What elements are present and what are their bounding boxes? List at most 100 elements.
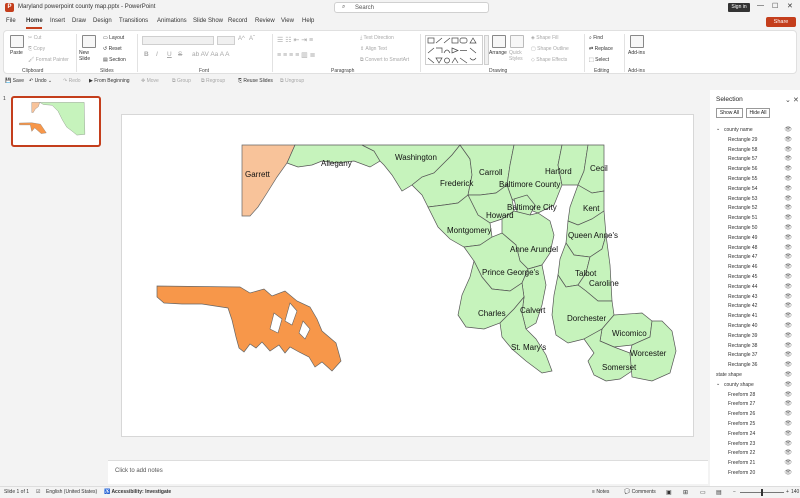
comments-toggle[interactable]: 💬 Comments: [624, 489, 656, 495]
selection-item[interactable]: Freeform 22 👁: [716, 448, 796, 458]
section-button[interactable]: ▤ Section: [103, 57, 126, 63]
label-dorchester[interactable]: Dorchester: [567, 314, 606, 323]
selection-item[interactable]: Rectangle 58 👁: [716, 145, 796, 155]
expand-chevron-icon[interactable]: ⌄: [716, 381, 720, 387]
selection-item[interactable]: Rectangle 36 👁: [716, 360, 796, 370]
language-status[interactable]: English (United States): [46, 489, 97, 495]
label-st-marys[interactable]: St. Mary's: [511, 343, 546, 352]
visibility-eye-icon[interactable]: 👁: [784, 342, 792, 349]
label-baltimore-county[interactable]: Baltimore County: [499, 180, 560, 189]
label-kent[interactable]: Kent: [583, 204, 600, 213]
visibility-eye-icon[interactable]: 👁: [784, 459, 792, 466]
share-button[interactable]: Share: [766, 17, 796, 27]
tab-view[interactable]: View: [281, 18, 294, 24]
selection-item[interactable]: Freeform 24 👁: [716, 429, 796, 439]
visibility-eye-icon[interactable]: 👁: [784, 430, 792, 437]
chevron-down-icon[interactable]: ⌄: [785, 96, 791, 104]
selection-item[interactable]: Rectangle 43 👁: [716, 292, 796, 302]
shape-effects-button[interactable]: ◇ Shape Effects: [531, 57, 567, 63]
notes-toggle[interactable]: ≡ Notes: [592, 489, 609, 495]
selection-item[interactable]: Freeform 21 👁: [716, 458, 796, 468]
font-effects-icons[interactable]: ab AV Aa A A: [192, 51, 229, 58]
label-frederick[interactable]: Frederick: [440, 179, 474, 188]
label-prince-georges[interactable]: Prince George's: [482, 268, 539, 277]
new-slide-icon[interactable]: [82, 35, 96, 48]
visibility-eye-icon[interactable]: 👁: [784, 302, 792, 309]
selection-item[interactable]: Rectangle 57 👁: [716, 154, 796, 164]
tab-record[interactable]: Record: [228, 18, 247, 24]
visibility-eye-icon[interactable]: 👁: [784, 312, 792, 319]
font-size-up-button[interactable]: A^: [238, 36, 245, 42]
underline-button[interactable]: U: [167, 51, 172, 58]
selection-item[interactable]: Freeform 20 👁: [716, 468, 796, 478]
font-size-down-button[interactable]: Aˇ: [249, 36, 255, 42]
redo-button[interactable]: ↷ Redo: [63, 78, 81, 84]
strikethrough-button[interactable]: S: [178, 51, 182, 58]
paste-button[interactable]: Paste: [10, 50, 23, 56]
visibility-eye-icon[interactable]: 👁: [784, 322, 792, 329]
label-allegany[interactable]: Allegany: [321, 159, 352, 168]
new-slide-button[interactable]: New Slide: [79, 50, 101, 62]
visibility-eye-icon[interactable]: 👁: [784, 244, 792, 251]
regroup-button[interactable]: ⧉ Regroup: [201, 78, 225, 84]
show-all-button[interactable]: Show All: [716, 108, 743, 118]
label-baltimore-city[interactable]: Baltimore City: [507, 203, 557, 212]
tab-transitions[interactable]: Transitions: [119, 18, 148, 24]
text-direction-button[interactable]: ⤓ Text Direction: [360, 35, 394, 41]
paste-icon[interactable]: [10, 35, 24, 48]
slide-thumbnail[interactable]: [11, 96, 101, 147]
selection-item[interactable]: Rectangle 47 👁: [716, 252, 796, 262]
selection-item[interactable]: Rectangle 56 👁: [716, 164, 796, 174]
ungroup-button[interactable]: ⧉ Ungroup: [280, 78, 304, 84]
label-cecil[interactable]: Cecil: [590, 164, 608, 173]
sign-in-button[interactable]: Sign in: [728, 3, 750, 12]
reset-button[interactable]: ↺ Reset: [103, 46, 122, 52]
visibility-eye-icon[interactable]: 👁: [784, 400, 792, 407]
selection-item[interactable]: Rectangle 44 👁: [716, 282, 796, 292]
label-montgomery[interactable]: Montgomery: [447, 226, 491, 235]
maximize-button[interactable]: ☐: [772, 2, 778, 10]
visibility-eye-icon[interactable]: 👁: [784, 420, 792, 427]
selection-item[interactable]: Rectangle 54 👁: [716, 184, 796, 194]
label-queen-annes[interactable]: Queen Anne's: [568, 231, 618, 240]
label-carroll[interactable]: Carroll: [479, 168, 503, 177]
spellcheck-icon[interactable]: ☑: [36, 489, 40, 495]
visibility-eye-icon[interactable]: 👁: [784, 155, 792, 162]
selection-item[interactable]: Rectangle 53 👁: [716, 194, 796, 204]
replace-button[interactable]: ⇄ Replace: [589, 46, 613, 52]
label-garrett[interactable]: Garrett: [245, 170, 271, 179]
label-somerset[interactable]: Somerset: [602, 363, 637, 372]
visibility-eye-icon[interactable]: 👁: [784, 165, 792, 172]
selection-item[interactable]: Rectangle 29 👁: [716, 135, 796, 145]
save-button[interactable]: 💾 Save: [5, 78, 24, 84]
label-charles[interactable]: Charles: [478, 309, 506, 318]
reuse-slides-button[interactable]: ⎘ Reuse Slides: [238, 78, 273, 84]
selection-item[interactable]: Rectangle 48 👁: [716, 243, 796, 253]
zoom-level[interactable]: 140: [791, 489, 799, 495]
cut-button[interactable]: ✂ Cut: [28, 35, 41, 41]
notes-placeholder[interactable]: Click to add notes: [115, 468, 163, 474]
tab-design[interactable]: Design: [93, 18, 112, 24]
label-washington[interactable]: Washington: [395, 153, 437, 162]
label-worcester[interactable]: Worcester: [630, 349, 667, 358]
expand-chevron-icon[interactable]: ⌄: [716, 126, 720, 132]
selection-item[interactable]: Freeform 25 👁: [716, 419, 796, 429]
visibility-eye-icon[interactable]: 👁: [784, 136, 792, 143]
tab-home[interactable]: Home: [26, 18, 43, 24]
visibility-eye-icon[interactable]: 👁: [784, 195, 792, 202]
move-button[interactable]: ✥ Move: [141, 78, 159, 84]
close-pane-icon[interactable]: ✕: [793, 96, 799, 104]
find-button[interactable]: ⌕ Find: [589, 35, 603, 41]
selection-item[interactable]: Freeform 28 👁: [716, 390, 796, 400]
selection-item[interactable]: Rectangle 49 👁: [716, 233, 796, 243]
group-button[interactable]: ⧉ Group: [172, 78, 191, 84]
visibility-eye-icon[interactable]: 👁: [784, 361, 792, 368]
normal-view-icon[interactable]: ▣: [666, 489, 672, 496]
arrange-button[interactable]: Arrange: [489, 50, 507, 56]
label-caroline[interactable]: Caroline: [589, 279, 619, 288]
format-painter-button[interactable]: 🖌 Format Painter: [28, 57, 69, 63]
zoom-out-icon[interactable]: −: [733, 489, 736, 495]
selection-item[interactable]: Rectangle 37 👁: [716, 350, 796, 360]
tab-review[interactable]: Review: [255, 18, 275, 24]
zoom-in-icon[interactable]: +: [786, 489, 789, 495]
